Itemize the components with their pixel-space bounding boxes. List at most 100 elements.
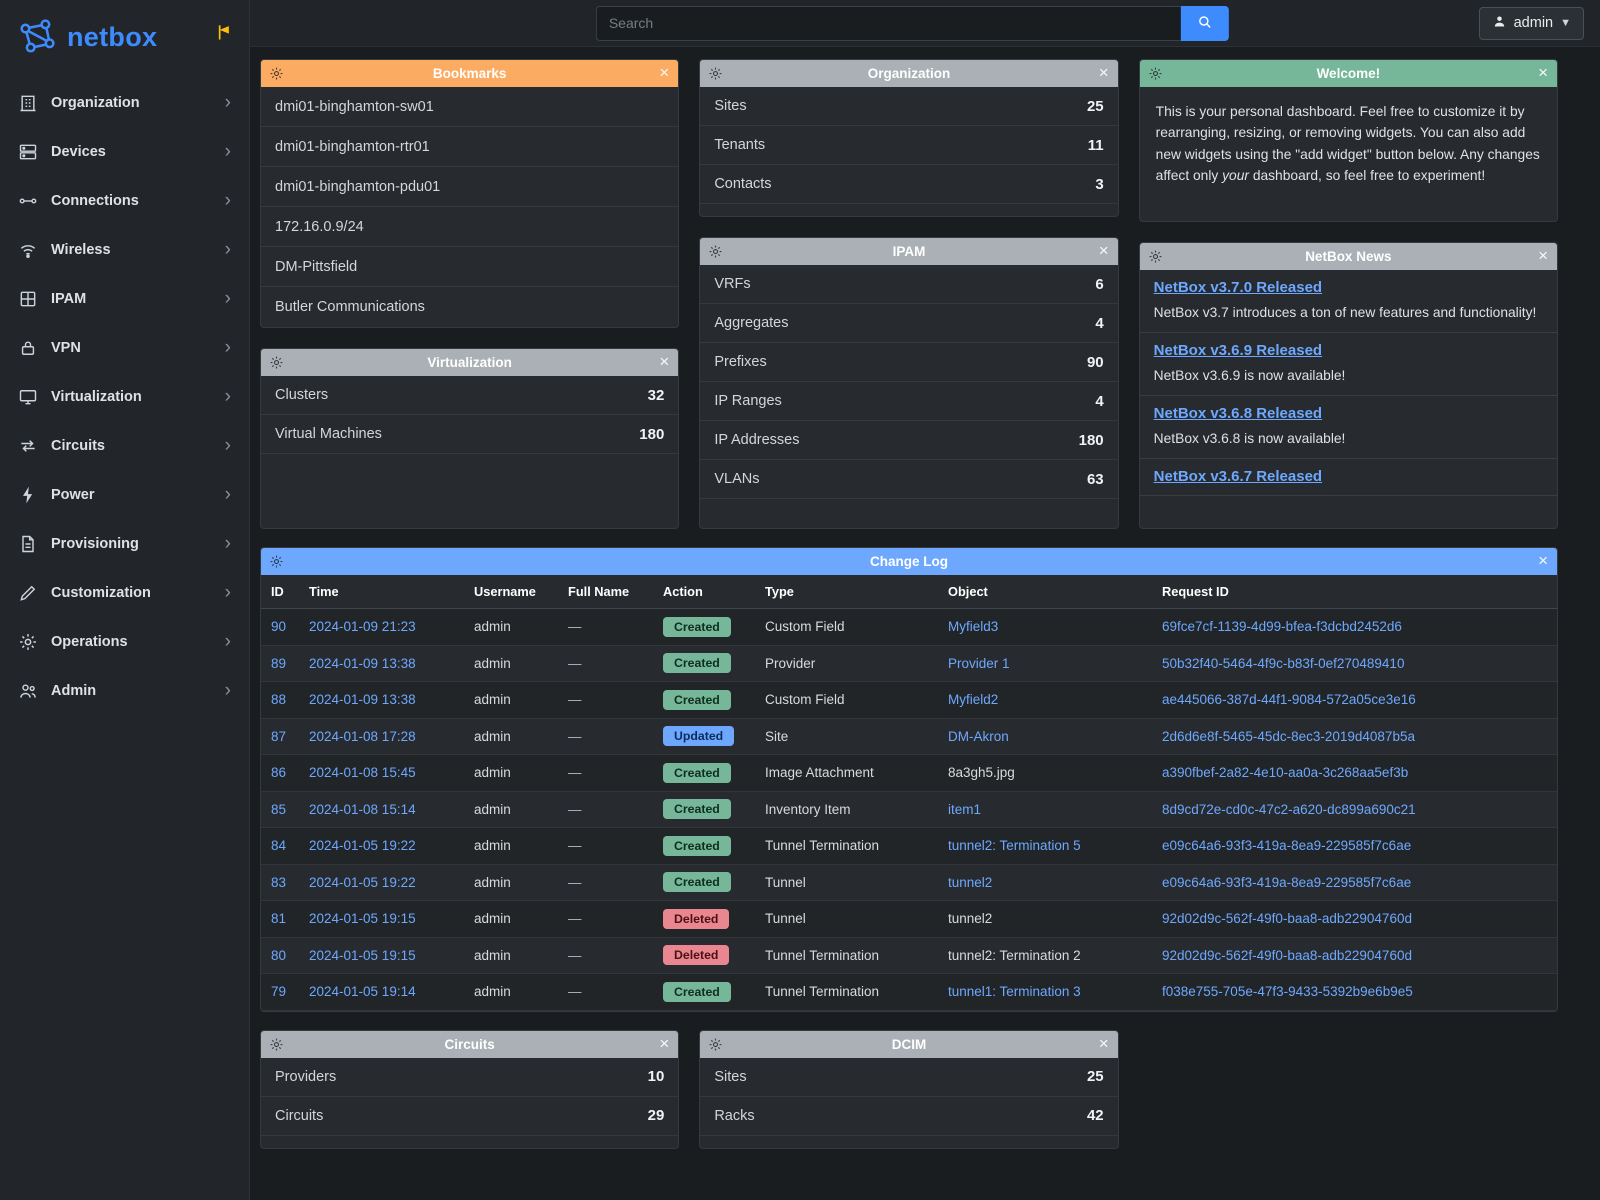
widget-config-gear-icon[interactable]	[1148, 66, 1163, 81]
changelog-time-link[interactable]: 2024-01-05 19:22	[309, 838, 416, 853]
stat-value-link[interactable]: 10	[648, 1068, 665, 1085]
bookmark-link[interactable]: Butler Communications	[261, 287, 678, 327]
stat-value-link[interactable]: 25	[1087, 1068, 1104, 1085]
stat-value-link[interactable]: 11	[1088, 137, 1104, 154]
changelog-id-link[interactable]: 85	[271, 802, 286, 817]
changelog-object-link[interactable]: Provider 1	[948, 656, 1010, 671]
changelog-object-link[interactable]: Myfield3	[948, 619, 998, 634]
stat-value-link[interactable]: 32	[648, 387, 665, 404]
changelog-request-link[interactable]: e09c64a6-93f3-419a-8ea9-229585f7c6ae	[1162, 875, 1411, 890]
changelog-id-link[interactable]: 86	[271, 765, 286, 780]
changelog-request-link[interactable]: e09c64a6-93f3-419a-8ea9-229585f7c6ae	[1162, 838, 1411, 853]
widget-close-icon[interactable]: ×	[1099, 240, 1109, 262]
sidebar-item-organization[interactable]: Organization›	[0, 78, 249, 127]
changelog-object-link[interactable]: item1	[948, 802, 981, 817]
stat-value-link[interactable]: 4	[1095, 315, 1103, 332]
widget-config-gear-icon[interactable]	[269, 554, 284, 569]
changelog-id-link[interactable]: 79	[271, 984, 286, 999]
widget-config-gear-icon[interactable]	[269, 1037, 284, 1052]
changelog-id-link[interactable]: 83	[271, 875, 286, 890]
widget-close-icon[interactable]: ×	[659, 1033, 669, 1055]
stat-value-link[interactable]: 29	[648, 1107, 665, 1124]
bookmark-link[interactable]: 172.16.0.9/24	[261, 207, 678, 247]
bookmark-link[interactable]: dmi01-binghamton-rtr01	[261, 127, 678, 167]
changelog-object-link[interactable]: Myfield2	[948, 692, 998, 707]
news-link[interactable]: NetBox v3.6.9 Released	[1154, 342, 1322, 359]
changelog-id-link[interactable]: 89	[271, 656, 286, 671]
stat-value-link[interactable]: 3	[1095, 176, 1103, 193]
changelog-id-link[interactable]: 80	[271, 948, 286, 963]
sidebar-item-admin[interactable]: Admin›	[0, 666, 249, 715]
changelog-request-link[interactable]: 50b32f40-5464-4f9c-b83f-0ef270489410	[1162, 656, 1404, 671]
changelog-request-link[interactable]: ae445066-387d-44f1-9084-572a05ce3e16	[1162, 692, 1416, 707]
changelog-time-link[interactable]: 2024-01-09 13:38	[309, 656, 416, 671]
stat-value-link[interactable]: 63	[1087, 471, 1104, 488]
changelog-request-link[interactable]: 92d02d9c-562f-49f0-baa8-adb22904760d	[1162, 911, 1412, 926]
sidebar-item-vpn[interactable]: VPN›	[0, 323, 249, 372]
changelog-object-link[interactable]: tunnel2: Termination 5	[948, 838, 1081, 853]
widget-close-icon[interactable]: ×	[1538, 245, 1548, 267]
changelog-time-link[interactable]: 2024-01-05 19:15	[309, 948, 416, 963]
widget-close-icon[interactable]: ×	[659, 351, 669, 373]
sidebar-item-customization[interactable]: Customization›	[0, 568, 249, 617]
stat-value-link[interactable]: 6	[1095, 276, 1103, 293]
search-input[interactable]	[596, 6, 1181, 41]
widget-config-gear-icon[interactable]	[1148, 249, 1163, 264]
changelog-time-link[interactable]: 2024-01-09 21:23	[309, 619, 416, 634]
changelog-id-link[interactable]: 90	[271, 619, 286, 634]
changelog-request-link[interactable]: a390fbef-2a82-4e10-aa0a-3c268aa5ef3b	[1162, 765, 1408, 780]
changelog-request-link[interactable]: f038e755-705e-47f3-9433-5392b9e6b9e5	[1162, 984, 1413, 999]
widget-close-icon[interactable]: ×	[1099, 62, 1109, 84]
widget-close-icon[interactable]: ×	[1538, 62, 1548, 84]
stat-value-link[interactable]: 180	[639, 426, 664, 443]
changelog-time-link[interactable]: 2024-01-08 15:14	[309, 802, 416, 817]
bookmark-link[interactable]: DM-Pittsfield	[261, 247, 678, 287]
bookmark-link[interactable]: dmi01-binghamton-sw01	[261, 87, 678, 127]
stat-value-link[interactable]: 90	[1087, 354, 1104, 371]
news-link[interactable]: NetBox v3.6.8 Released	[1154, 405, 1322, 422]
changelog-id-link[interactable]: 84	[271, 838, 286, 853]
widget-config-gear-icon[interactable]	[708, 66, 723, 81]
widget-close-icon[interactable]: ×	[659, 62, 669, 84]
widget-config-gear-icon[interactable]	[269, 66, 284, 81]
widget-config-gear-icon[interactable]	[269, 355, 284, 370]
changelog-time-link[interactable]: 2024-01-08 17:28	[309, 729, 416, 744]
changelog-time-link[interactable]: 2024-01-08 15:45	[309, 765, 416, 780]
sidebar-item-operations[interactable]: Operations›	[0, 617, 249, 666]
changelog-request-link[interactable]: 8d9cd72e-cd0c-47c2-a620-dc899a690c21	[1162, 802, 1416, 817]
stat-value-link[interactable]: 25	[1087, 98, 1104, 115]
sidebar-item-power[interactable]: Power›	[0, 470, 249, 519]
changelog-time-link[interactable]: 2024-01-09 13:38	[309, 692, 416, 707]
changelog-time-link[interactable]: 2024-01-05 19:14	[309, 984, 416, 999]
sidebar-item-virtualization[interactable]: Virtualization›	[0, 372, 249, 421]
stat-value-link[interactable]: 180	[1079, 432, 1104, 449]
changelog-time-link[interactable]: 2024-01-05 19:22	[309, 875, 416, 890]
sidebar-item-circuits[interactable]: Circuits›	[0, 421, 249, 470]
changelog-object-link[interactable]: tunnel2	[948, 875, 992, 890]
stat-value-link[interactable]: 42	[1087, 1107, 1104, 1124]
brand[interactable]: netbox	[0, 0, 249, 78]
news-link[interactable]: NetBox v3.6.7 Released	[1154, 468, 1322, 485]
changelog-request-link[interactable]: 2d6d6e8f-5465-45dc-8ec3-2019d4087b5a	[1162, 729, 1415, 744]
sidebar-item-devices[interactable]: Devices›	[0, 127, 249, 176]
changelog-id-link[interactable]: 87	[271, 729, 286, 744]
changelog-object-link[interactable]: DM-Akron	[948, 729, 1009, 744]
widget-config-gear-icon[interactable]	[708, 244, 723, 259]
bookmark-link[interactable]: dmi01-binghamton-pdu01	[261, 167, 678, 207]
search-button[interactable]	[1181, 6, 1229, 41]
changelog-request-link[interactable]: 92d02d9c-562f-49f0-baa8-adb22904760d	[1162, 948, 1412, 963]
stat-value-link[interactable]: 4	[1095, 393, 1103, 410]
user-menu-button[interactable]: admin ▼	[1479, 7, 1584, 40]
sidebar-item-ipam[interactable]: IPAM›	[0, 274, 249, 323]
widget-close-icon[interactable]: ×	[1099, 1033, 1109, 1055]
sidebar-item-wireless[interactable]: Wireless›	[0, 225, 249, 274]
widget-config-gear-icon[interactable]	[708, 1037, 723, 1052]
sidebar-item-provisioning[interactable]: Provisioning›	[0, 519, 249, 568]
changelog-request-link[interactable]: 69fce7cf-1139-4d99-bfea-f3dcbd2452d6	[1162, 619, 1402, 634]
widget-close-icon[interactable]: ×	[1538, 550, 1548, 572]
pinned-flag-icon[interactable]	[213, 22, 233, 45]
changelog-object-link[interactable]: tunnel1: Termination 3	[948, 984, 1081, 999]
changelog-time-link[interactable]: 2024-01-05 19:15	[309, 911, 416, 926]
news-link[interactable]: NetBox v3.7.0 Released	[1154, 279, 1322, 296]
sidebar-item-connections[interactable]: Connections›	[0, 176, 249, 225]
